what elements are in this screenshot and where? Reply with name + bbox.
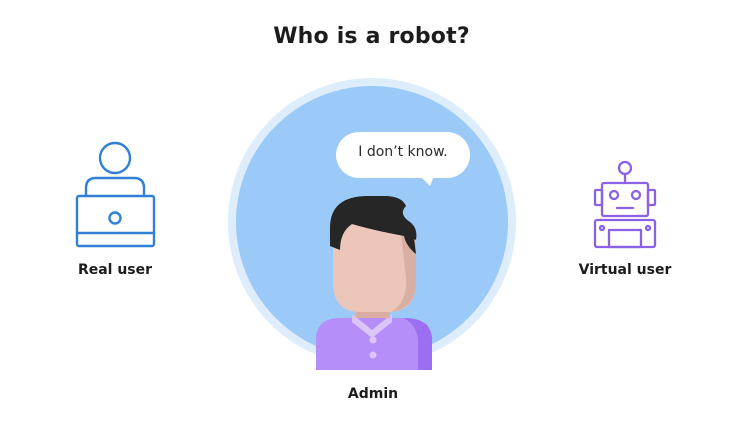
virtual-user-label: Virtual user (578, 262, 672, 278)
diagram-canvas (75, 78, 657, 370)
speech-bubble-text: I don’t know. (358, 144, 448, 160)
real-user-label: Real user (77, 262, 153, 278)
laptop-user-icon (75, 141, 156, 248)
robot-icon (593, 160, 657, 249)
admin-label: Admin (347, 386, 399, 402)
